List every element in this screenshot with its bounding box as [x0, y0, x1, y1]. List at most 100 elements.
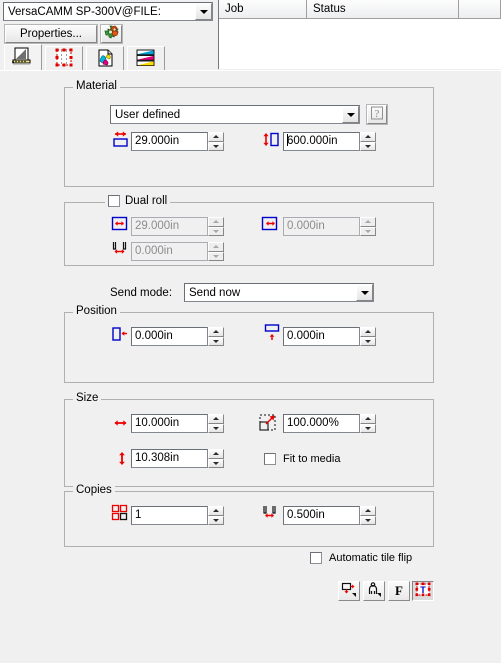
- dual-roll-left-width-input: 29.000in: [131, 217, 208, 236]
- tab-layout[interactable]: [4, 44, 42, 72]
- settings-panel: Material User defined ? 29.000in 600.000…: [0, 70, 501, 663]
- spinner-down: [360, 226, 376, 236]
- spinner-up[interactable]: [360, 327, 376, 337]
- crop-marks-button[interactable]: T: [412, 581, 434, 601]
- spinner-up[interactable]: [208, 132, 224, 142]
- spinner-down[interactable]: [360, 515, 376, 525]
- size-width-stepper[interactable]: 10.000in: [131, 414, 224, 433]
- material-height-stepper[interactable]: 600.000in: [283, 132, 376, 151]
- spinner-down[interactable]: [208, 336, 224, 346]
- copies-group: Copies 1 0.500in: [64, 484, 434, 547]
- printer-select-value: VersaCAMM SP-300V@FILE:: [8, 5, 161, 18]
- fit-to-media-checkbox[interactable]: [264, 453, 276, 465]
- send-mode-label: Send mode:: [110, 287, 173, 299]
- position-group: Position 0.000in 0.000in: [64, 305, 434, 383]
- size-group-label: Size: [73, 392, 102, 404]
- automatic-tile-flip-row[interactable]: Automatic tile flip: [310, 552, 412, 564]
- spinner-down[interactable]: [360, 336, 376, 346]
- job-list-body[interactable]: [219, 19, 501, 68]
- dualroll-left-width-icon: [111, 215, 129, 236]
- material-help-button[interactable]: ?: [366, 104, 388, 125]
- chevron-down-icon[interactable]: [342, 106, 359, 123]
- spinner-down[interactable]: [360, 423, 376, 433]
- properties-button[interactable]: Properties...: [4, 24, 98, 44]
- material-preset-select[interactable]: User defined: [110, 105, 360, 124]
- fit-to-media-row[interactable]: Fit to media: [264, 453, 340, 465]
- job-list[interactable]: Job Status: [218, 0, 501, 69]
- spinner-up[interactable]: [208, 414, 224, 424]
- size-height-icon: [115, 449, 129, 472]
- spinner-up[interactable]: [208, 449, 224, 459]
- page-layout-icon: [12, 47, 34, 70]
- printer-settings-button[interactable]: [100, 24, 123, 44]
- tab-color[interactable]: [86, 46, 124, 72]
- material-height-input[interactable]: 600.000in: [283, 132, 360, 151]
- dual-roll-right-width-stepper: 0.000in: [283, 217, 376, 236]
- cut-contour-icon: [53, 48, 75, 71]
- spinner-up[interactable]: [360, 132, 376, 142]
- position-y-stepper[interactable]: 0.000in: [283, 327, 376, 346]
- spinner-down[interactable]: [208, 141, 224, 151]
- automatic-tile-flip-label: Automatic tile flip: [329, 552, 413, 564]
- status-column-header[interactable]: Status: [307, 0, 459, 19]
- chevron-down-icon[interactable]: [195, 3, 212, 20]
- spinner-down[interactable]: [360, 141, 376, 151]
- job-column-header[interactable]: Job: [219, 0, 307, 19]
- material-width-input[interactable]: 29.000in: [131, 132, 208, 151]
- size-height-stepper[interactable]: 10.308in: [131, 449, 224, 468]
- copies-count-input[interactable]: 1: [131, 506, 208, 525]
- dual-roll-checkbox[interactable]: [108, 195, 120, 207]
- spinner-up[interactable]: [360, 414, 376, 424]
- dual-roll-check-wrap[interactable]: Dual roll: [105, 195, 171, 207]
- automatic-tile-flip-checkbox[interactable]: [310, 552, 322, 564]
- spinner-up[interactable]: [208, 327, 224, 337]
- ink-bars-icon: [135, 48, 157, 71]
- spinner-down[interactable]: [208, 423, 224, 433]
- orientation-button[interactable]: [363, 581, 385, 601]
- spinner-up: [208, 217, 224, 227]
- send-mode-select[interactable]: Send now: [184, 283, 374, 302]
- mirror-button[interactable]: F: [388, 581, 410, 601]
- dual-roll-gap-input: 0.000in: [131, 242, 208, 261]
- copies-spacing-input[interactable]: 0.500in: [283, 506, 360, 525]
- dualroll-gap-icon: [111, 240, 129, 261]
- spinner-up[interactable]: [360, 506, 376, 516]
- copies-count-stepper[interactable]: 1: [131, 506, 224, 525]
- dual-roll-right-width-input: 0.000in: [283, 217, 360, 236]
- position-left-icon: [111, 325, 131, 346]
- size-width-input[interactable]: 10.000in: [131, 414, 208, 433]
- chevron-down-icon[interactable]: [356, 284, 373, 301]
- size-width-icon: [111, 416, 131, 433]
- crop-marks-icon: T: [415, 582, 431, 600]
- printer-select[interactable]: VersaCAMM SP-300V@FILE:: [3, 2, 213, 21]
- tab-ink[interactable]: [127, 46, 165, 72]
- spinner-up[interactable]: [208, 506, 224, 516]
- spinner-down[interactable]: [208, 458, 224, 468]
- nesting-button[interactable]: [338, 581, 360, 601]
- copies-group-label: Copies: [73, 484, 115, 496]
- position-x-stepper[interactable]: 0.000in: [131, 327, 224, 346]
- copies-spacing-icon: [261, 504, 279, 525]
- size-height-input[interactable]: 10.308in: [131, 449, 208, 468]
- scale-input[interactable]: 100.000%: [283, 414, 360, 433]
- position-top-icon: [263, 323, 283, 346]
- material-group-label: Material: [73, 80, 120, 92]
- material-width-stepper[interactable]: 29.000in: [131, 132, 224, 151]
- dual-roll-left-width-stepper: 29.000in: [131, 217, 224, 236]
- help-question-icon: ?: [370, 106, 384, 123]
- spinner-down[interactable]: [208, 515, 224, 525]
- scale-stepper[interactable]: 100.000%: [283, 414, 376, 433]
- spinner-down: [208, 251, 224, 261]
- printer-toolbar: VersaCAMM SP-300V@FILE: Properties...: [0, 0, 218, 44]
- position-x-input[interactable]: 0.000in: [131, 327, 208, 346]
- copies-spacing-stepper[interactable]: 0.500in: [283, 506, 376, 525]
- size-group: Size 10.000in 10.308in 100.000% Fit to m…: [64, 392, 434, 487]
- figure-orientation-icon: [366, 582, 382, 600]
- fit-to-media-label: Fit to media: [283, 453, 341, 465]
- tab-cut[interactable]: [45, 46, 83, 72]
- material-group: Material User defined ? 29.000in 600.000…: [64, 80, 434, 187]
- tab-strip: [0, 44, 218, 72]
- blank-column-header[interactable]: [459, 0, 501, 19]
- material-width-icon: [111, 130, 131, 153]
- position-y-input[interactable]: 0.000in: [283, 327, 360, 346]
